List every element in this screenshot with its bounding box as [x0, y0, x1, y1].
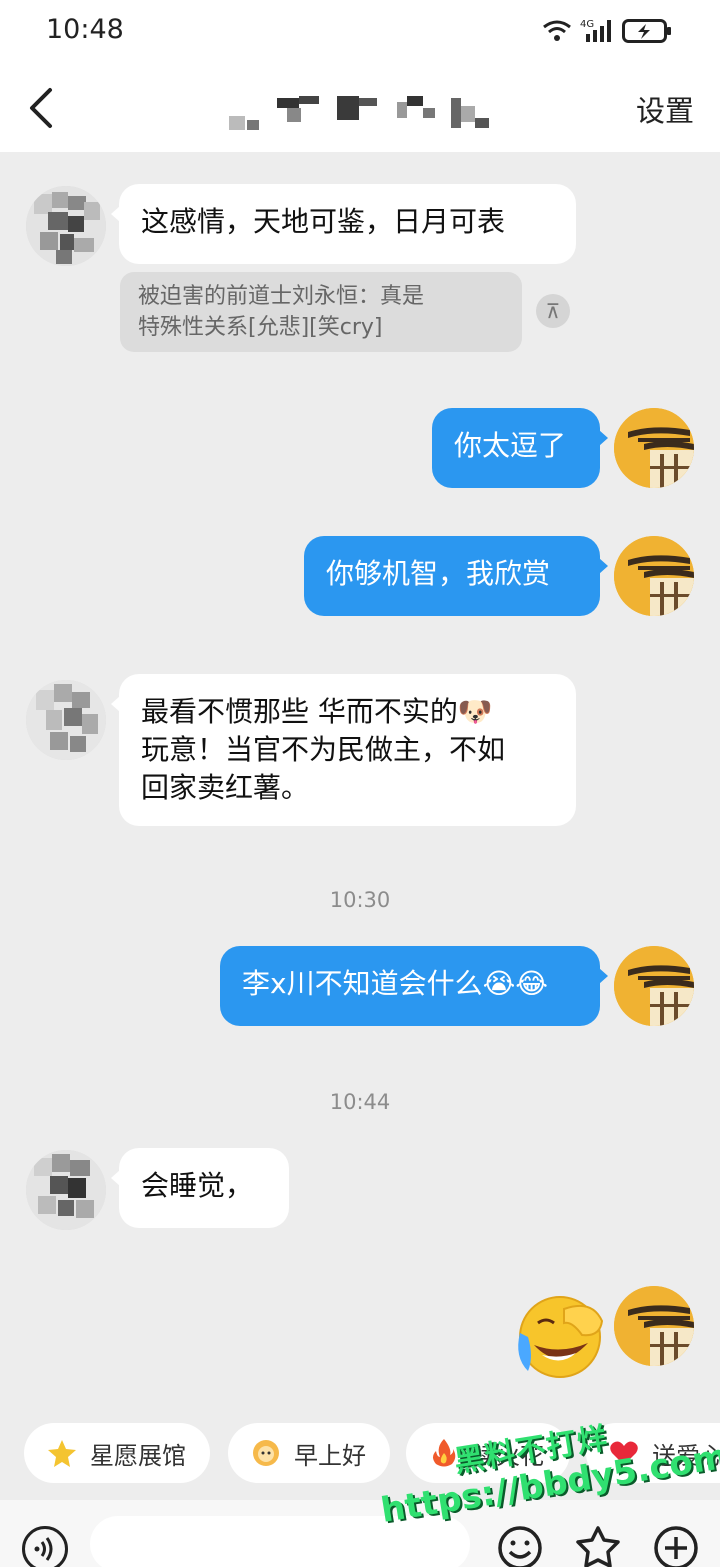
plus-icon[interactable]	[652, 1524, 700, 1567]
network-label: 4G	[580, 19, 594, 30]
pavilion-avatar-image	[614, 536, 694, 616]
settings-button[interactable]: 设置	[636, 88, 694, 130]
back-arrow-icon[interactable]	[22, 84, 62, 132]
quick-action-chip[interactable]: 送爱心	[586, 1423, 720, 1483]
self-avatar[interactable]	[614, 946, 694, 1026]
self-avatar[interactable]	[614, 536, 694, 616]
pavilion-avatar-image	[614, 1286, 694, 1366]
chat-title-pixelated	[229, 96, 489, 130]
pavilion-avatar-image	[614, 408, 694, 488]
input-bar	[0, 1500, 720, 1567]
expand-quote-button[interactable]: ⊼	[536, 294, 570, 328]
status-time: 10:48	[46, 14, 124, 45]
pixelated-avatar-image	[26, 680, 106, 760]
star-icon	[48, 1440, 76, 1467]
message-bubble-incoming[interactable]: 这感情，天地可鉴，日月可表	[111, 184, 576, 264]
contact-avatar[interactable]	[26, 186, 106, 266]
message-bubble-incoming[interactable]: 会睡觉，	[111, 1148, 289, 1228]
message-bubble-outgoing[interactable]: 你够机智，我欣赏	[304, 536, 608, 616]
quick-action-label: 续火花	[472, 1441, 544, 1470]
quick-action-label: 早上好	[294, 1441, 366, 1470]
wifi-icon	[543, 20, 571, 41]
status-bar: 10:48 4G	[0, 0, 720, 66]
sticker-icon[interactable]	[574, 1524, 622, 1567]
quick-action-chip[interactable]: 早上好	[228, 1423, 390, 1483]
sun-face-icon	[253, 1440, 279, 1466]
quick-action-chip[interactable]: 星愿展馆	[24, 1423, 210, 1483]
voice-wave-icon	[34, 1537, 53, 1561]
battery-icon	[622, 19, 671, 43]
self-avatar[interactable]	[614, 408, 694, 488]
contact-avatar[interactable]	[26, 680, 106, 760]
signal-icon: 4G	[580, 19, 611, 42]
message-input[interactable]	[90, 1516, 470, 1567]
timestamp-separator: 10:30	[329, 888, 391, 912]
quick-action-row: 星愿展馆 早上好 续火花 送爱心	[0, 1423, 720, 1487]
message-bubble-outgoing[interactable]: 李x川不知道会什么😭😂	[220, 946, 608, 1026]
pixelated-avatar-image	[26, 1150, 106, 1230]
laughing-crying-emoji-sticker[interactable]	[512, 1287, 608, 1383]
fire-icon	[433, 1439, 456, 1467]
chat-header: 设置	[0, 66, 720, 152]
quick-action-chip[interactable]: 续火花	[406, 1423, 570, 1483]
quick-action-label: 送爱心	[652, 1441, 720, 1470]
status-icons: 4G	[542, 18, 672, 44]
pavilion-avatar-image	[614, 946, 694, 1026]
quick-action-label: 星愿展馆	[90, 1441, 186, 1470]
emoji-icon[interactable]	[496, 1524, 544, 1567]
contact-avatar[interactable]	[26, 1150, 106, 1230]
heart-icon	[610, 1441, 638, 1465]
quoted-message[interactable]: 被迫害的前道士刘永恒：真是 特殊性关系[允悲][笑cry]	[120, 272, 522, 352]
self-avatar[interactable]	[614, 1286, 694, 1366]
message-bubble-incoming[interactable]: 最看不惯那些 华而不实的🐶 玩意！当官不为民做主，不如 回家卖红薯。	[111, 674, 576, 826]
pixelated-avatar-image	[26, 186, 106, 266]
voice-input-button[interactable]	[22, 1526, 68, 1567]
timestamp-separator: 10:44	[329, 1090, 391, 1114]
message-bubble-outgoing[interactable]: 你太逗了	[432, 408, 608, 488]
